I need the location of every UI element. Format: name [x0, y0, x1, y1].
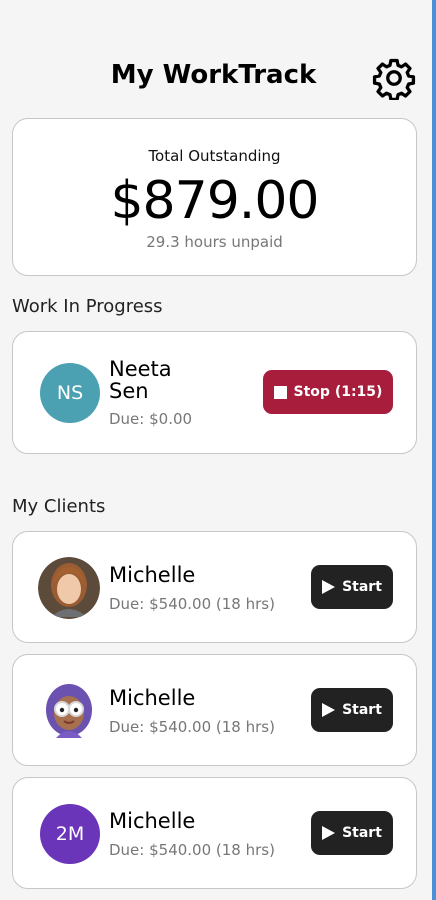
window-edge	[432, 0, 436, 900]
avatar-photo	[38, 557, 100, 619]
settings-button[interactable]	[372, 56, 416, 102]
avatar	[38, 680, 100, 742]
app-title: My WorkTrack	[110, 60, 317, 90]
avatar-memoji	[46, 684, 92, 738]
client-due: Due: $0.00	[109, 410, 193, 428]
my-clients-heading: My Clients	[12, 496, 106, 517]
avatar: NS	[40, 363, 100, 423]
start-timer-button[interactable]: Start	[311, 688, 393, 732]
unpaid-hours-text: 29.3 hours unpaid	[146, 233, 283, 251]
stop-icon	[273, 385, 287, 399]
play-icon	[322, 580, 336, 594]
client-name: Neeta Sen	[109, 358, 172, 402]
start-timer-button[interactable]: Start	[311, 811, 393, 855]
stop-button-label: Stop (1:15)	[293, 384, 383, 400]
avatar-initials: 2M	[55, 823, 85, 845]
start-button-label: Start	[342, 579, 382, 595]
client-last-name: Sen	[109, 379, 149, 403]
start-timer-button[interactable]: Start	[311, 565, 393, 609]
client-name: Michelle	[109, 686, 196, 710]
stop-timer-button[interactable]: Stop (1:15)	[263, 370, 393, 414]
play-icon	[322, 826, 336, 840]
client-card[interactable]: 2M Michelle Due: $540.00 (18 hrs) Start	[12, 777, 417, 889]
avatar: 2M	[40, 804, 100, 864]
outstanding-summary-card: Total Outstanding $879.00 29.3 hours unp…	[12, 118, 417, 276]
client-card[interactable]: Michelle Due: $540.00 (18 hrs) Start	[12, 531, 417, 643]
total-outstanding-amount: $879.00	[110, 171, 319, 231]
client-name: Michelle	[109, 563, 196, 587]
avatar-initials: NS	[56, 382, 84, 404]
client-due: Due: $540.00 (18 hrs)	[109, 718, 275, 736]
client-due: Due: $540.00 (18 hrs)	[109, 595, 275, 613]
start-button-label: Start	[342, 702, 382, 718]
client-first-name: Neeta	[109, 357, 172, 381]
play-icon	[322, 703, 336, 717]
client-due: Due: $540.00 (18 hrs)	[109, 841, 275, 859]
app-header: My WorkTrack	[0, 54, 432, 102]
avatar	[38, 557, 100, 619]
in-progress-client-card[interactable]: NS Neeta Sen Due: $0.00 Stop (1:15)	[12, 331, 417, 454]
client-card[interactable]: Michelle Due: $540.00 (18 hrs) Start	[12, 654, 417, 766]
start-button-label: Start	[342, 825, 382, 841]
gear-icon	[372, 58, 416, 102]
client-name: Michelle	[109, 809, 196, 833]
work-in-progress-heading: Work In Progress	[12, 296, 163, 317]
total-outstanding-label: Total Outstanding	[148, 147, 281, 165]
